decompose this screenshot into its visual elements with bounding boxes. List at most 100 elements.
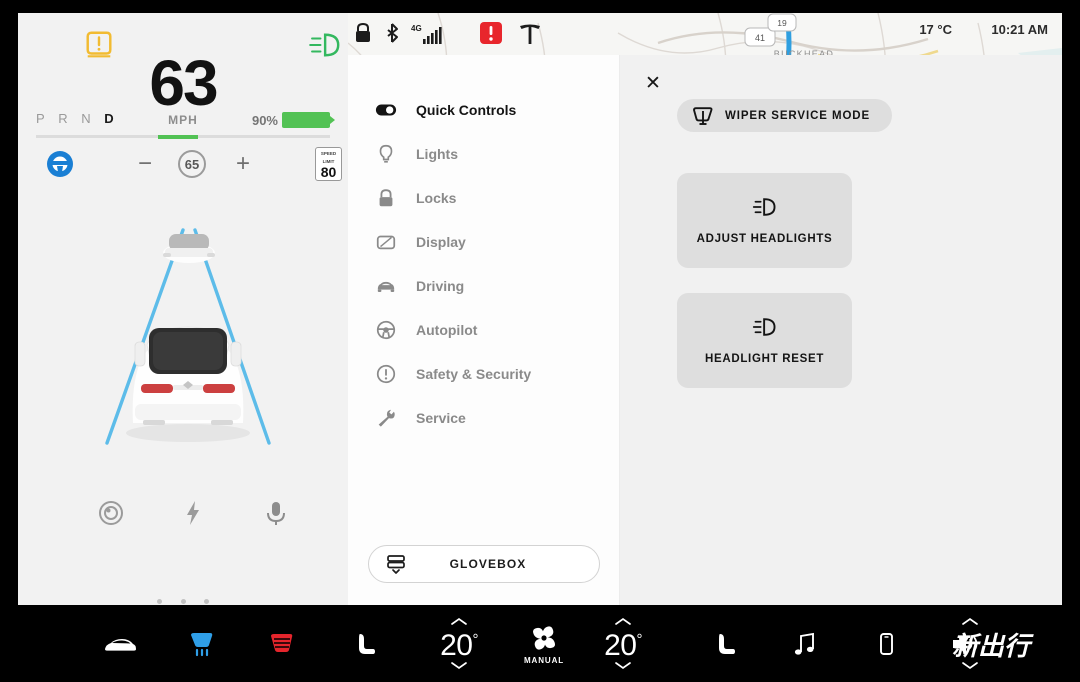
instrument-cluster: 63 P R N D MPH 90% − 65 + SPEED LIMIT 80 — [18, 13, 348, 605]
battery-percent: 90% — [251, 113, 278, 128]
camera-icon[interactable] — [96, 498, 126, 528]
lightbulb-icon — [374, 142, 398, 166]
cluster-action-icons — [18, 498, 348, 544]
headlight-icon — [752, 197, 775, 216]
gear-and-battery-row: P R N D MPH 90% — [18, 111, 348, 133]
cruise-set-speed[interactable]: 65 — [178, 150, 206, 178]
sidebar-item-label: Locks — [416, 190, 457, 206]
volume-control[interactable] — [938, 605, 1002, 682]
fan-mode-label: MANUAL — [523, 655, 565, 665]
sidebar-item-service[interactable]: Service — [348, 396, 619, 440]
lead-vehicle — [163, 234, 215, 263]
page-dot[interactable] — [203, 599, 209, 604]
headlight-icon — [752, 317, 775, 336]
seat-heater-right-icon — [707, 629, 741, 659]
page-dot[interactable] — [157, 599, 163, 604]
steering-wheel-icon — [374, 318, 398, 342]
headlight-reset-button[interactable]: HEADLIGHT RESET — [677, 293, 852, 388]
speed-limit-label-1: SPEED — [320, 151, 337, 156]
exclamation-circle-icon — [374, 362, 398, 386]
sidebar-item-locks[interactable]: Locks — [348, 176, 619, 220]
battery-icon — [282, 112, 335, 128]
cruise-decrease-button[interactable]: − — [132, 151, 158, 177]
svg-text:19: 19 — [777, 18, 787, 28]
phone-button[interactable] — [862, 605, 910, 682]
wrench-icon — [374, 406, 398, 430]
controls-panel: Quick Controls Lights Locks Display Driv… — [348, 55, 1062, 605]
sidebar-item-label: Lights — [416, 146, 458, 162]
sidebar-item-display[interactable]: Display — [348, 220, 619, 264]
page-dot[interactable] — [180, 599, 186, 604]
seat-heater-left-button[interactable] — [340, 605, 388, 682]
adjust-headlights-label: ADJUST HEADLIGHTS — [696, 232, 833, 245]
chevron-down-icon[interactable] — [449, 660, 469, 671]
charge-bolt-icon[interactable] — [178, 498, 208, 528]
driver-temperature-control[interactable]: 20° — [422, 605, 496, 682]
speed-limit-sign: SPEED LIMIT 80 — [315, 147, 342, 181]
autopilot-visualization — [105, 228, 271, 445]
menu-list: Quick Controls Lights Locks Display Driv… — [348, 55, 619, 440]
car-profile-icon — [103, 629, 137, 659]
sidebar-item-lights[interactable]: Lights — [348, 132, 619, 176]
wiper-service-mode-label: WIPER SERVICE MODE — [725, 109, 871, 122]
chevron-up-icon[interactable] — [449, 616, 469, 627]
padlock-icon — [374, 186, 398, 210]
sidebar-item-quick-controls[interactable]: Quick Controls — [348, 88, 619, 132]
quick-controls-toggle-icon — [374, 98, 398, 122]
sidebar-item-driving[interactable]: Driving — [348, 264, 619, 308]
tesla-infotainment-screen: BUCKHEAD 41 19 80 C H E ore — [0, 0, 1080, 682]
volume-speaker-icon — [953, 634, 978, 654]
passenger-temperature-value: 20° — [586, 629, 660, 663]
glovebox-button[interactable]: GLOVEBOX — [368, 545, 600, 583]
wiper-blade-icon — [693, 106, 713, 125]
quick-controls-content: ✕ WIPER SERVICE MODE ADJUST HEADLIGHTS H… — [620, 55, 1062, 605]
driver-temp-number: 20 — [440, 629, 473, 662]
front-defrost-icon — [185, 629, 219, 659]
display-screen-icon — [374, 230, 398, 254]
svg-text:41: 41 — [755, 33, 765, 43]
car-front-icon — [374, 274, 398, 298]
music-note-icon — [787, 629, 821, 659]
seat-heater-right-button[interactable] — [700, 605, 748, 682]
adjust-headlights-button[interactable]: ADJUST HEADLIGHTS — [677, 173, 852, 268]
sidebar-item-label: Service — [416, 410, 466, 426]
chevron-up-icon[interactable] — [960, 616, 980, 627]
sidebar-item-label: Driving — [416, 278, 465, 294]
fan-mode-button[interactable]: MANUAL — [512, 605, 576, 682]
passenger-temperature-control[interactable]: 20° — [586, 605, 660, 682]
sidebar-item-label: Quick Controls — [416, 102, 517, 118]
seat-heater-left-icon — [347, 629, 381, 659]
controls-menu: Quick Controls Lights Locks Display Driv… — [348, 55, 620, 605]
rear-defrost-icon — [265, 629, 299, 659]
sidebar-item-autopilot[interactable]: Autopilot — [348, 308, 619, 352]
microphone-icon[interactable] — [261, 498, 291, 528]
close-icon[interactable]: ✕ — [642, 73, 664, 95]
speed-limit-value: 80 — [320, 164, 337, 180]
cruise-increase-button[interactable]: + — [230, 151, 256, 177]
current-speed: 63 — [149, 47, 218, 119]
front-defrost-button[interactable] — [178, 605, 226, 682]
car-controls-button[interactable] — [96, 605, 144, 682]
speed-limit-label-2: LIMIT — [322, 159, 335, 164]
glovebox-icon — [387, 555, 405, 574]
chevron-down-icon[interactable] — [613, 660, 633, 671]
degree-symbol: ° — [472, 631, 478, 648]
wiper-service-mode-button[interactable]: WIPER SERVICE MODE — [677, 99, 892, 132]
sidebar-item-label: Safety & Security — [416, 366, 532, 382]
fan-icon — [533, 625, 555, 650]
autopilot-steering-wheel-icon[interactable] — [46, 150, 74, 178]
phone-icon — [869, 629, 903, 659]
speed-progress-fill — [158, 135, 198, 139]
sidebar-item-label: Display — [416, 234, 466, 250]
driver-temperature-value: 20° — [422, 629, 496, 663]
passenger-temp-number: 20 — [604, 629, 637, 662]
sidebar-item-safety-security[interactable]: Safety & Security — [348, 352, 619, 396]
ego-vehicle — [132, 326, 244, 425]
chevron-down-icon[interactable] — [960, 660, 980, 671]
chevron-up-icon[interactable] — [613, 616, 633, 627]
media-button[interactable] — [780, 605, 828, 682]
headlight-reset-label: HEADLIGHT RESET — [704, 352, 825, 365]
rear-defrost-button[interactable] — [258, 605, 306, 682]
bottom-control-bar: 20° MANUAL 20° — [0, 605, 1080, 682]
sidebar-item-label: Autopilot — [416, 322, 478, 338]
